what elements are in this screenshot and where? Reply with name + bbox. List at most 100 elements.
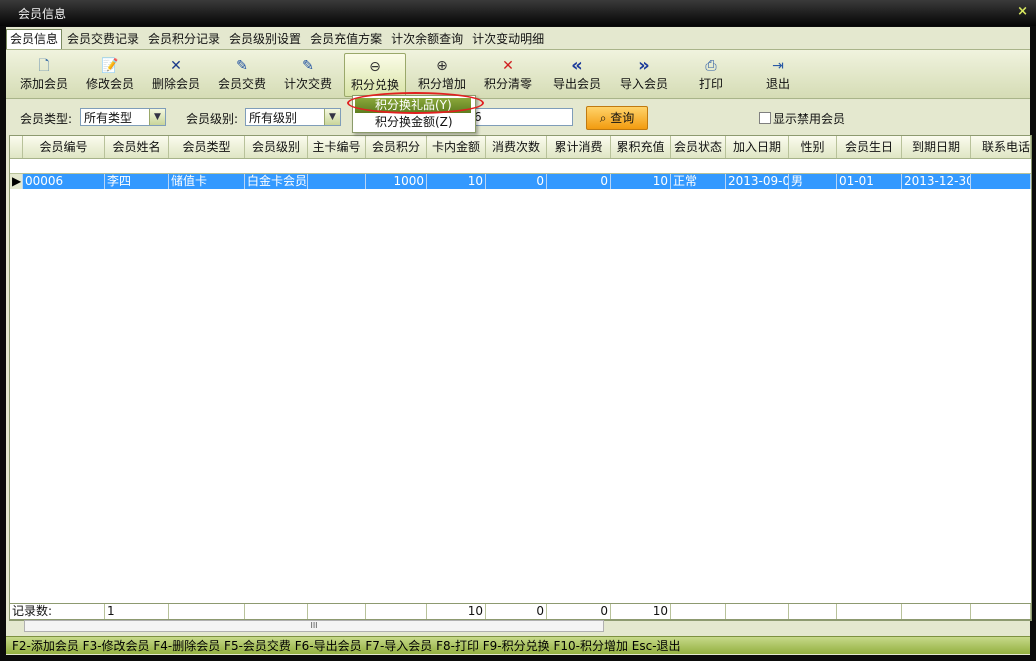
points-exchange-button[interactable]: ⊖ 积分兑换 bbox=[344, 53, 406, 97]
tab-count-balance[interactable]: 计次余额查询 bbox=[387, 29, 467, 50]
table-cell[interactable]: 0 bbox=[486, 174, 547, 189]
tab-payment-records[interactable]: 会员交费记录 bbox=[63, 29, 143, 50]
close-icon[interactable]: × bbox=[1017, 4, 1028, 19]
member-type-value: 所有类型 bbox=[84, 111, 133, 125]
table-cell[interactable]: 正常 bbox=[671, 174, 726, 189]
column-header[interactable]: 会员状态 bbox=[671, 136, 726, 158]
summary-cell bbox=[308, 604, 366, 619]
table-cell[interactable]: 2013-12-30 bbox=[902, 174, 971, 189]
tab-member-info[interactable]: 会员信息 bbox=[6, 29, 63, 49]
delete-icon: ✕ bbox=[170, 58, 182, 74]
table-cell[interactable]: 00006 bbox=[23, 174, 105, 189]
edit-member-button[interactable]: 📝 修改会员 bbox=[80, 53, 140, 95]
pen-icon: ✎ bbox=[302, 58, 314, 74]
column-header[interactable]: 性别 bbox=[789, 136, 837, 158]
points-increase-button[interactable]: ⊕ 积分增加 bbox=[412, 53, 472, 95]
column-header[interactable]: 会员级别 bbox=[245, 136, 308, 158]
import-member-button[interactable]: » 导入会员 bbox=[614, 53, 674, 95]
column-header[interactable]: 会员积分 bbox=[366, 136, 427, 158]
highlight-annotation-ring bbox=[347, 92, 484, 114]
column-header[interactable]: 到期日期 bbox=[902, 136, 971, 158]
exit-button[interactable]: ⇥ 退出 bbox=[748, 53, 808, 95]
add-member-button[interactable]: 🗋 添加会员 bbox=[14, 53, 74, 95]
column-header[interactable]: 卡内金额 bbox=[427, 136, 486, 158]
export-member-button[interactable]: «导出会员 bbox=[547, 53, 607, 95]
tab-recharge-plans[interactable]: 会员充值方案 bbox=[306, 29, 386, 50]
summary-cell bbox=[169, 604, 245, 619]
query-button[interactable]: ⌕ 查询 bbox=[586, 106, 648, 130]
column-header[interactable]: 累计消费 bbox=[547, 136, 611, 158]
tab-points-records[interactable]: 会员积分记录 bbox=[144, 29, 224, 50]
printer-icon: ⎙ bbox=[705, 58, 717, 74]
query-label: 查询 bbox=[610, 111, 635, 125]
row-header-corner bbox=[10, 136, 23, 158]
summary-card-amount: 10 bbox=[427, 604, 486, 619]
table-filter-row[interactable] bbox=[10, 159, 1031, 174]
import-member-label: 导入会员 bbox=[619, 77, 668, 91]
add-member-label: 添加会员 bbox=[19, 77, 68, 91]
chevron-down-icon[interactable]: ▼ bbox=[324, 109, 340, 125]
table-cell[interactable]: 10 bbox=[611, 174, 671, 189]
table-cell[interactable]: 2013-09-01 bbox=[726, 174, 789, 189]
count-payment-button[interactable]: ✎ 计次交费 bbox=[278, 53, 338, 95]
points-increase-label: 积分增加 bbox=[417, 77, 466, 91]
summary-row: 记录数: 1 10 0 0 10 bbox=[9, 603, 1032, 620]
table-cell[interactable]: 李四 bbox=[105, 174, 169, 189]
tab-level-settings[interactable]: 会员级别设置 bbox=[225, 29, 305, 50]
export-member-label: 导出会员 bbox=[552, 77, 601, 91]
column-header[interactable]: 主卡编号 bbox=[308, 136, 366, 158]
zoom-out-icon: ⊖ bbox=[369, 59, 381, 75]
summary-cell bbox=[245, 604, 308, 619]
double-left-icon: « bbox=[571, 55, 583, 76]
print-button[interactable]: ⎙ 打印 bbox=[681, 53, 741, 95]
points-exchange-label: 积分兑换 bbox=[350, 78, 399, 92]
summary-count: 1 bbox=[105, 604, 169, 619]
member-table: 会员编号 会员姓名 会员类型 会员级别 主卡编号 会员积分 卡内金额 消费次数 … bbox=[9, 135, 1032, 621]
column-header[interactable]: 会员编号 bbox=[23, 136, 105, 158]
table-cell[interactable]: 白金卡会员 bbox=[245, 174, 308, 189]
table-cell[interactable]: 储值卡 bbox=[169, 174, 245, 189]
table-cell[interactable]: 01-01 bbox=[837, 174, 902, 189]
summary-cell bbox=[837, 604, 902, 619]
points-clear-label: 积分清零 bbox=[483, 77, 532, 91]
tab-strip: 会员信息 会员交费记录 会员积分记录 会员级别设置 会员充值方案 计次余额查询 … bbox=[6, 29, 549, 49]
chevron-down-icon[interactable]: ▼ bbox=[149, 109, 165, 125]
column-header[interactable]: 会员生日 bbox=[837, 136, 902, 158]
column-header[interactable]: 消费次数 bbox=[486, 136, 547, 158]
edit-doc-icon: 📝 bbox=[101, 58, 119, 74]
summary-cell bbox=[789, 604, 837, 619]
table-cell[interactable] bbox=[308, 174, 366, 189]
add-doc-icon: 🗋 bbox=[38, 58, 50, 74]
menu-item-points-to-amount[interactable]: 积分换金额(Z) bbox=[355, 115, 471, 130]
search-icon: ⌕ bbox=[599, 111, 607, 125]
column-header[interactable]: 累积充值 bbox=[611, 136, 671, 158]
column-header[interactable]: 加入日期 bbox=[726, 136, 789, 158]
table-cell[interactable]: 男 bbox=[789, 174, 837, 189]
delete-member-label: 删除会员 bbox=[151, 77, 200, 91]
table-cell[interactable]: 10 bbox=[427, 174, 486, 189]
column-header[interactable]: 会员类型 bbox=[169, 136, 245, 158]
pen-icon: ✎ bbox=[236, 58, 248, 74]
tab-count-details[interactable]: 计次变动明细 bbox=[468, 29, 548, 50]
summary-total-recharge: 10 bbox=[611, 604, 671, 619]
summary-label: 记录数: bbox=[10, 604, 105, 619]
toolbar: 🗋 添加会员 📝 修改会员 ✕ 删除会员 ✎ 会员交费 ✎ 计次交费 ⊖ 积分兑换 ⊕ 积分增… bbox=[6, 49, 1030, 99]
summary-cell bbox=[971, 604, 1031, 619]
column-header[interactable]: 会员姓名 bbox=[105, 136, 169, 158]
table-cell[interactable] bbox=[971, 174, 1031, 189]
member-type-label: 会员类型: bbox=[20, 112, 73, 126]
member-payment-button[interactable]: ✎ 会员交费 bbox=[212, 53, 272, 95]
member-type-select[interactable]: 所有类型 ▼ bbox=[80, 108, 166, 126]
horizontal-scrollbar[interactable]: III bbox=[24, 620, 604, 632]
member-level-select[interactable]: 所有级别 ▼ bbox=[245, 108, 341, 126]
delete-member-button[interactable]: ✕ 删除会员 bbox=[146, 53, 206, 95]
table-cell[interactable]: 0 bbox=[547, 174, 611, 189]
table-cell[interactable]: 1000 bbox=[366, 174, 427, 189]
show-disabled-checkbox[interactable] bbox=[759, 112, 771, 124]
main-frame: 会员信息 会员交费记录 会员积分记录 会员级别设置 会员充值方案 计次余额查询 … bbox=[6, 27, 1032, 655]
table-row[interactable]: ▶ 00006 李四 储值卡 白金卡会员 1000 10 0 0 10 正常 2… bbox=[10, 174, 1031, 189]
window-title: 会员信息 bbox=[18, 7, 67, 21]
window-titlebar: 会员信息 × bbox=[0, 0, 1036, 26]
column-header[interactable]: 联系电话 bbox=[971, 136, 1031, 158]
points-clear-button[interactable]: ✕ 积分清零 bbox=[478, 53, 538, 95]
